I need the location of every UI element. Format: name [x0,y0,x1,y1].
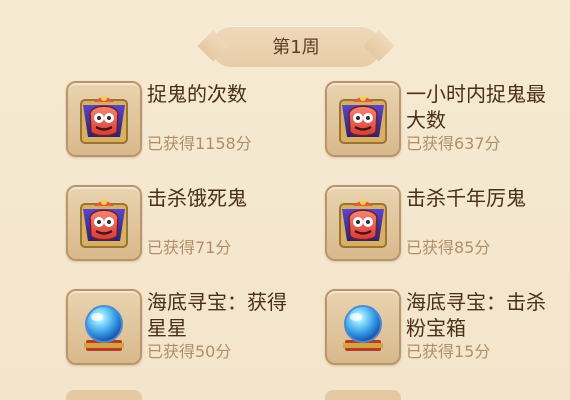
partial-task-icon-right [325,390,401,400]
task-icon-frame [66,289,142,365]
task-score: 已获得637分 [406,134,501,153]
task-title: 击杀千年厉鬼 [406,186,526,210]
partial-task-icon-left [66,390,142,400]
task-card-treasure-pink-chest[interactable]: 海底寻宝：击杀粉宝箱 已获得15分 [325,289,555,369]
task-title: 击杀饿死鬼 [147,186,247,210]
task-title: 一小时内捉鬼最大数 [406,82,546,132]
task-card-kill-starving-ghost[interactable]: 击杀饿死鬼 已获得71分 [66,185,296,265]
task-card-treasure-stars[interactable]: 海底寻宝：获得星星 已获得50分 [66,289,296,369]
task-score: 已获得71分 [147,238,232,257]
task-score: 已获得85分 [406,238,491,257]
crystal-ball-icon [343,305,383,351]
ghost-mask-icon [80,199,128,248]
ghost-mask-icon [80,95,128,144]
task-icon-frame [325,81,401,157]
task-score: 已获得1158分 [147,134,252,153]
crystal-ball-icon [84,305,124,351]
ghost-mask-icon [339,95,387,144]
task-card-kill-millennium-ghost[interactable]: 击杀千年厉鬼 已获得85分 [325,185,555,265]
task-icon-frame [325,185,401,261]
task-icon-frame [66,81,142,157]
task-icon-frame [325,289,401,365]
task-card-hour-max-ghosts[interactable]: 一小时内捉鬼最大数 已获得637分 [325,81,555,161]
ghost-mask-icon [339,199,387,248]
week-title: 第1周 [272,37,320,58]
week-header: 第1周 [211,26,381,66]
task-title: 海底寻宝：击杀粉宝箱 [406,290,546,340]
task-card-ghost-count[interactable]: 捉鬼的次数 已获得1158分 [66,81,296,161]
next-task-row-partial [0,390,570,400]
task-score: 已获得15分 [406,342,491,361]
activity-page: 第1周 捉鬼的次数 已获得1158分 一小时内捉鬼最大数 已获得637分 击杀饿… [0,0,570,400]
task-icon-frame [66,185,142,261]
task-score: 已获得50分 [147,342,232,361]
task-title: 海底寻宝：获得星星 [147,290,287,340]
task-title: 捉鬼的次数 [147,82,247,106]
